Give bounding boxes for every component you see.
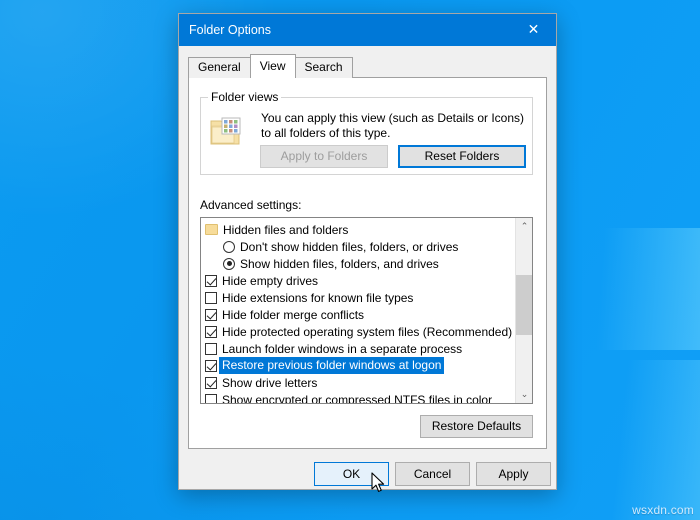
- radio-icon[interactable]: [223, 257, 235, 270]
- checkbox-icon[interactable]: [205, 308, 217, 321]
- folder-views-legend: Folder views: [208, 90, 282, 104]
- restore-defaults-button[interactable]: Restore Defaults: [420, 415, 533, 438]
- list-item-label: Show hidden files, folders, and drives: [240, 256, 439, 271]
- checkbox-icon[interactable]: [205, 342, 217, 355]
- scrollbar-thumb[interactable]: [516, 275, 532, 335]
- tab-view[interactable]: View: [249, 54, 296, 78]
- checkbox-icon[interactable]: [205, 325, 217, 338]
- dialog-titlebar: Folder Options ✕: [179, 14, 556, 46]
- checkbox-icon[interactable]: [205, 359, 217, 372]
- list-item[interactable]: Hide protected operating system files (R…: [201, 323, 515, 340]
- checkbox-icon[interactable]: [205, 376, 217, 389]
- list-item-selected[interactable]: Restore previous folder windows at logon: [201, 357, 515, 374]
- radio-icon[interactable]: [223, 240, 235, 253]
- list-item[interactable]: Hide empty drives: [201, 272, 515, 289]
- watermark-text: wsxdn.com: [632, 503, 694, 517]
- folder-icon: [205, 224, 218, 235]
- list-item[interactable]: Hide extensions for known file types: [201, 289, 515, 306]
- apply-to-folders-button[interactable]: Apply to Folders: [260, 145, 388, 168]
- apply-button[interactable]: Apply: [476, 462, 551, 486]
- list-item[interactable]: Show encrypted or compressed NTFS files …: [201, 391, 515, 404]
- list-item[interactable]: Show drive letters: [201, 374, 515, 391]
- list-item[interactable]: Hidden files and folders: [201, 221, 515, 238]
- wallpaper-light-ray-upper: [595, 228, 700, 350]
- folder-views-description: You can apply this view (such as Details…: [261, 111, 525, 140]
- list-item[interactable]: Hide folder merge conflicts: [201, 306, 515, 323]
- checkbox-icon[interactable]: [205, 274, 217, 287]
- scroll-down-icon[interactable]: ⌄: [516, 386, 532, 403]
- advanced-list-scrollbar[interactable]: ⌃ ⌄: [515, 218, 532, 403]
- list-item-label: Hidden files and folders: [223, 222, 349, 237]
- wallpaper-light-ray-lower: [611, 360, 700, 520]
- advanced-settings-list[interactable]: Hidden files and folders Don't show hidd…: [200, 217, 533, 404]
- list-item-label: Show drive letters: [222, 375, 318, 390]
- dialog-title: Folder Options: [189, 23, 271, 37]
- list-item-label: Hide empty drives: [222, 273, 319, 288]
- close-icon[interactable]: ✕: [511, 14, 556, 46]
- tab-search[interactable]: Search: [294, 57, 353, 78]
- advanced-settings-label: Advanced settings:: [200, 198, 302, 212]
- list-item-label: Hide folder merge conflicts: [222, 307, 365, 322]
- list-item[interactable]: Don't show hidden files, folders, or dri…: [201, 238, 515, 255]
- tab-strip: General View Search: [188, 54, 556, 78]
- scroll-up-icon[interactable]: ⌃: [516, 218, 532, 235]
- list-item-label: Hide protected operating system files (R…: [222, 324, 513, 339]
- list-item-label: Hide extensions for known file types: [222, 290, 414, 305]
- list-item-label: Launch folder windows in a separate proc…: [222, 341, 463, 356]
- list-item[interactable]: Launch folder windows in a separate proc…: [201, 340, 515, 357]
- advanced-settings-items: Hidden files and folders Don't show hidd…: [201, 218, 515, 404]
- checkbox-icon[interactable]: [205, 291, 217, 304]
- list-item[interactable]: Show hidden files, folders, and drives: [201, 255, 515, 272]
- cancel-button[interactable]: Cancel: [395, 462, 470, 486]
- dialog-button-row: OK Cancel Apply: [179, 457, 556, 491]
- checkbox-icon[interactable]: [205, 393, 217, 403]
- list-item-label: Restore previous folder windows at logon: [219, 357, 445, 374]
- folder-views-group: Folder views You can apply this view (su…: [200, 90, 533, 175]
- view-tab-panel: Folder views You can apply this view (su…: [188, 77, 547, 449]
- tab-general[interactable]: General: [188, 57, 251, 78]
- folder-options-dialog: Folder Options ✕ General View Search Fol…: [178, 13, 557, 490]
- ok-button[interactable]: OK: [314, 462, 389, 486]
- list-item-label: Show encrypted or compressed NTFS files …: [222, 392, 493, 404]
- list-item-label: Don't show hidden files, folders, or dri…: [240, 239, 459, 254]
- reset-folders-button[interactable]: Reset Folders: [398, 145, 526, 168]
- folder-view-icon: [209, 115, 245, 149]
